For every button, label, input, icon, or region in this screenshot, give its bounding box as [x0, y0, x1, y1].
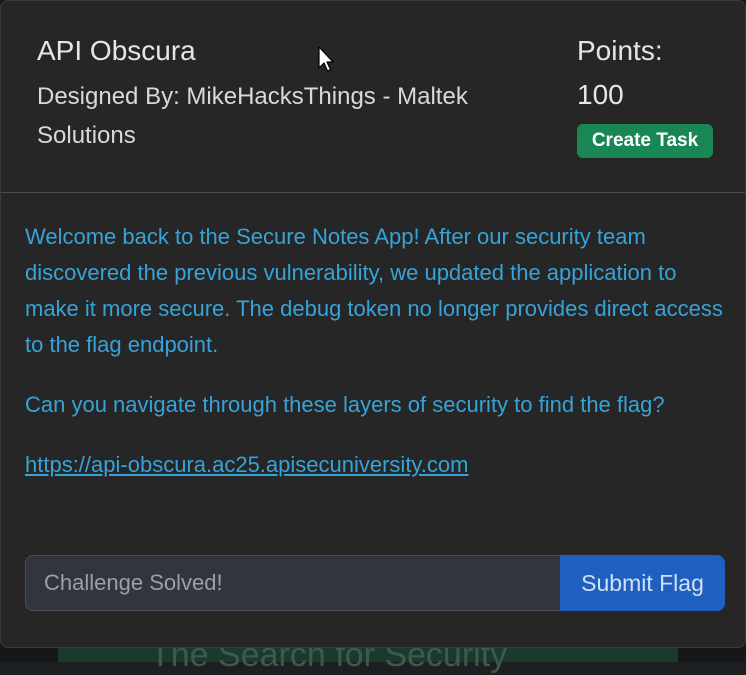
challenge-title: API Obscura: [37, 35, 196, 66]
challenge-modal: API Obscura Designed By: MikeHacksThings…: [0, 0, 746, 648]
modal-header: API Obscura Designed By: MikeHacksThings…: [1, 1, 745, 193]
flag-submit-form: Submit Flag: [25, 555, 725, 611]
challenge-description: Welcome back to the Secure Notes App! Af…: [25, 219, 729, 507]
mouse-cursor-icon: [318, 46, 334, 81]
challenge-designer: Designed By: MikeHacksThings - Maltek So…: [37, 83, 468, 149]
flag-input[interactable]: [25, 555, 560, 611]
description-paragraph-1: Welcome back to the Secure Notes App! Af…: [25, 224, 723, 357]
description-paragraph-2: Can you navigate through these layers of…: [25, 392, 665, 417]
submit-flag-button[interactable]: Submit Flag: [560, 555, 725, 611]
points-value: 100: [577, 79, 624, 110]
challenge-url-link[interactable]: https://api-obscura.ac25.apisecuniversit…: [25, 452, 468, 477]
create-task-button[interactable]: Create Task: [577, 124, 713, 158]
points-label: Points:: [577, 35, 663, 66]
